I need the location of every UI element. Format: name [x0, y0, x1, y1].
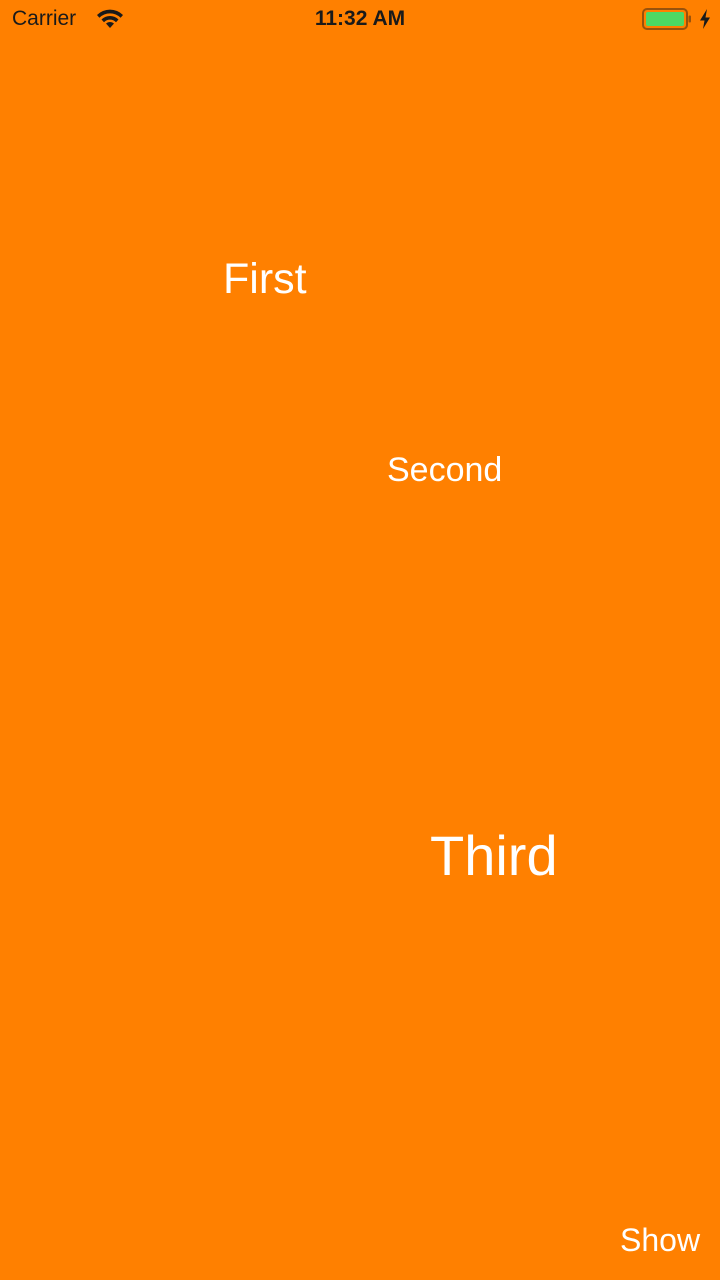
- third-label: Third: [430, 824, 558, 887]
- show-button[interactable]: Show: [620, 1224, 700, 1256]
- charging-bolt-icon: [700, 9, 710, 29]
- first-label: First: [223, 255, 307, 303]
- second-label: Second: [387, 451, 503, 489]
- status-time: 11:32 AM: [314, 7, 406, 30]
- battery-icon: [642, 8, 691, 30]
- status-bar: Carrier 11:32 AM: [0, 0, 720, 40]
